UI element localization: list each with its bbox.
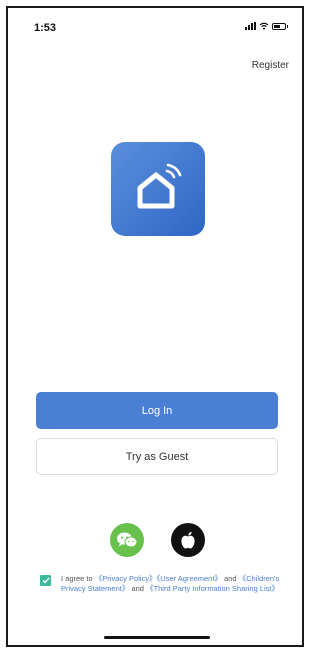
wechat-icon: [117, 532, 138, 548]
agreement-checkbox[interactable]: [40, 575, 51, 586]
status-time: 1:53: [34, 22, 57, 34]
app-logo: [111, 142, 205, 236]
agreement-text: I agree to 《Privacy Policy》《User Agreeme…: [61, 574, 280, 594]
register-link[interactable]: Register: [252, 60, 289, 71]
wechat-login-button[interactable]: [110, 523, 144, 557]
privacy-policy-link[interactable]: 《Privacy Policy》: [95, 574, 157, 583]
checkmark-icon: [42, 577, 50, 584]
login-button[interactable]: Log In: [36, 392, 278, 429]
apple-login-button[interactable]: [171, 523, 205, 557]
wifi-icon: [259, 22, 269, 30]
agreement-row: I agree to 《Privacy Policy》《User Agreeme…: [40, 574, 280, 594]
status-bar: 1:53: [8, 8, 302, 36]
status-icons: [245, 22, 288, 30]
battery-icon: [272, 22, 288, 30]
user-agreement-link[interactable]: 《User Agreement》: [156, 574, 221, 583]
signal-icon: [245, 22, 256, 30]
agreement-prefix: I agree to: [61, 574, 95, 583]
agreement-and-1: and: [221, 574, 239, 583]
phone-screen: 1:53 Register Log In Try as Guest I agre…: [6, 6, 304, 647]
third-party-sharing-link[interactable]: 《Third Party Information Sharing List》: [146, 584, 279, 593]
apple-icon: [181, 531, 195, 549]
smart-home-icon: [137, 163, 182, 209]
agreement-and-2: and: [129, 584, 147, 593]
home-indicator[interactable]: [104, 636, 210, 639]
try-as-guest-button[interactable]: Try as Guest: [36, 438, 278, 475]
